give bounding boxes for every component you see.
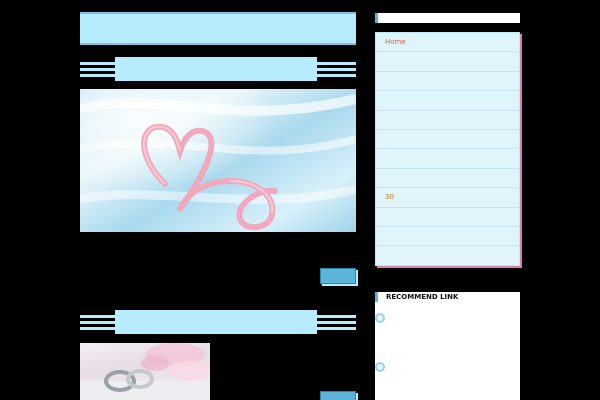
sidebar-item[interactable] <box>376 111 519 130</box>
site-title[interactable] <box>80 12 356 45</box>
wedding-rings-image[interactable] <box>80 343 210 400</box>
circle-icon <box>375 362 385 372</box>
read-more-button[interactable] <box>320 268 356 284</box>
sidebar-item[interactable] <box>376 169 519 189</box>
sidebar-menu-heading <box>375 13 520 23</box>
article-heading-text[interactable] <box>115 57 317 81</box>
wedding-rings-illustration <box>80 343 210 400</box>
heart-ribbon-image[interactable] <box>80 89 356 232</box>
article-heading-text[interactable] <box>115 310 317 334</box>
sidebar-item[interactable] <box>376 149 519 169</box>
sidebar-item[interactable] <box>376 130 519 150</box>
sidebar-item[interactable] <box>376 208 519 227</box>
sidebar-item[interactable]: 30 <box>376 188 519 208</box>
heart-ribbon-illustration <box>80 94 356 231</box>
sidebar-menu: Home 30 <box>375 32 520 266</box>
recommend-link-title[interactable] <box>375 312 520 324</box>
recommend-description <box>375 332 520 352</box>
sidebar-item[interactable] <box>376 91 519 111</box>
recommend-description <box>375 380 520 400</box>
article-heading-1 <box>80 57 356 81</box>
recommend-heading: RECOMMEND LINK <box>375 292 520 302</box>
sidebar-item[interactable] <box>376 52 519 72</box>
sidebar-item-home[interactable]: Home <box>376 33 519 53</box>
recommend-links: RECOMMEND LINK <box>375 292 520 400</box>
sidebar-item[interactable] <box>376 72 519 92</box>
circle-icon <box>375 313 385 323</box>
sidebar-item[interactable] <box>376 246 519 265</box>
read-more-button[interactable] <box>320 391 356 400</box>
article-heading-2 <box>80 310 356 334</box>
sidebar-item[interactable] <box>376 227 519 247</box>
recommend-link-title[interactable] <box>375 361 520 373</box>
